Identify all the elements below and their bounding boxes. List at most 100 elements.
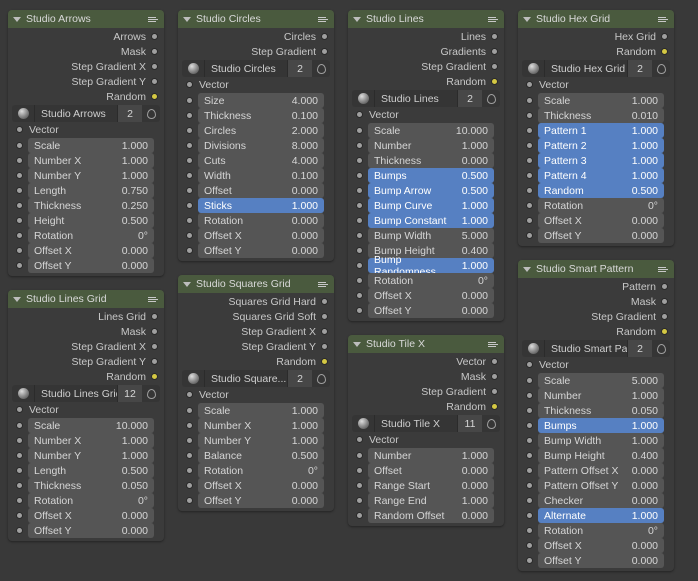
fake-user-toggle[interactable] bbox=[652, 340, 670, 357]
param-field[interactable]: Number X1.000 bbox=[28, 433, 154, 448]
param-field[interactable]: Offset Y0.000 bbox=[28, 523, 154, 538]
node-header[interactable]: Studio Hex Grid bbox=[518, 10, 674, 28]
input-socket-icon[interactable] bbox=[526, 142, 533, 149]
panel-icon[interactable] bbox=[488, 17, 498, 22]
node-studio-smart-pattern[interactable]: Studio Smart PatternPatternMaskStep Grad… bbox=[518, 260, 674, 571]
input-socket-icon[interactable] bbox=[186, 232, 193, 239]
input-socket-icon[interactable] bbox=[186, 422, 193, 429]
input-socket-icon[interactable] bbox=[186, 452, 193, 459]
output-socket-icon[interactable] bbox=[151, 358, 158, 365]
collapse-toggle-icon[interactable] bbox=[183, 17, 191, 22]
param-field[interactable]: Pattern 11.000 bbox=[538, 123, 664, 138]
input-socket-icon[interactable] bbox=[526, 97, 533, 104]
param-field[interactable]: Alternate1.000 bbox=[538, 508, 664, 523]
param-field[interactable]: Thickness0.050 bbox=[28, 478, 154, 493]
input-socket-icon[interactable] bbox=[186, 482, 193, 489]
param-field[interactable]: Pattern Offset Y0.000 bbox=[538, 478, 664, 493]
output-socket-icon[interactable] bbox=[491, 48, 498, 55]
output-socket-icon[interactable] bbox=[661, 33, 668, 40]
output-socket-icon[interactable] bbox=[661, 283, 668, 290]
datablock-icon[interactable] bbox=[182, 370, 204, 387]
panel-icon[interactable] bbox=[488, 342, 498, 347]
input-socket-icon[interactable] bbox=[356, 512, 363, 519]
output-socket-icon[interactable] bbox=[321, 313, 328, 320]
output-socket-icon[interactable] bbox=[321, 343, 328, 350]
param-field[interactable]: Number Y1.000 bbox=[198, 433, 324, 448]
input-socket-icon[interactable] bbox=[526, 542, 533, 549]
user-count[interactable]: 2 bbox=[288, 60, 312, 77]
nodegroup-name-field[interactable]: Studio Lines bbox=[374, 90, 458, 107]
datablock-icon[interactable] bbox=[12, 105, 34, 122]
input-socket-icon[interactable] bbox=[186, 172, 193, 179]
param-field[interactable]: Bump Randomness1.000 bbox=[368, 258, 494, 273]
output-socket-icon[interactable] bbox=[661, 48, 668, 55]
output-socket-icon[interactable] bbox=[321, 48, 328, 55]
param-field[interactable]: Rotation0° bbox=[538, 198, 664, 213]
node-header[interactable]: Studio Circles bbox=[178, 10, 334, 28]
param-field[interactable]: Offset X0.000 bbox=[198, 228, 324, 243]
nodegroup-name-field[interactable]: Studio Lines Grid bbox=[34, 385, 118, 402]
param-field[interactable]: Number1.000 bbox=[368, 448, 494, 463]
param-field[interactable]: Rotation0° bbox=[28, 493, 154, 508]
input-socket-icon[interactable] bbox=[356, 127, 363, 134]
input-socket-icon[interactable] bbox=[186, 247, 193, 254]
input-socket-icon[interactable] bbox=[526, 377, 533, 384]
input-socket-icon[interactable] bbox=[526, 202, 533, 209]
output-socket-icon[interactable] bbox=[491, 388, 498, 395]
param-field[interactable]: Divisions8.000 bbox=[198, 138, 324, 153]
param-field[interactable]: Offset Y0.000 bbox=[538, 228, 664, 243]
param-field[interactable]: Offset Y0.000 bbox=[198, 243, 324, 258]
param-field[interactable]: Scale10.000 bbox=[28, 418, 154, 433]
param-field[interactable]: Bump Constant1.000 bbox=[368, 213, 494, 228]
input-socket-icon[interactable] bbox=[526, 482, 533, 489]
input-socket-icon[interactable] bbox=[356, 202, 363, 209]
input-socket-icon[interactable] bbox=[16, 202, 23, 209]
param-field[interactable]: Length0.500 bbox=[28, 463, 154, 478]
param-field[interactable]: Rotation0° bbox=[538, 523, 664, 538]
input-socket-icon[interactable] bbox=[16, 262, 23, 269]
output-socket-icon[interactable] bbox=[491, 63, 498, 70]
param-field[interactable]: Checker0.000 bbox=[538, 493, 664, 508]
node-group-selector[interactable]: Studio Hex Grid2 bbox=[518, 60, 674, 77]
node-group-selector[interactable]: Studio Tile X11 bbox=[348, 415, 504, 432]
param-field[interactable]: Bump Arrow0.500 bbox=[368, 183, 494, 198]
param-field[interactable]: Random0.500 bbox=[538, 183, 664, 198]
param-field[interactable]: Scale5.000 bbox=[538, 373, 664, 388]
datablock-icon[interactable] bbox=[12, 385, 34, 402]
node-studio-lines[interactable]: Studio LinesLinesGradientsStep GradientR… bbox=[348, 10, 504, 321]
param-field[interactable]: Offset X0.000 bbox=[538, 213, 664, 228]
node-studio-tile-x[interactable]: Studio Tile XVectorMaskStep GradientRand… bbox=[348, 335, 504, 526]
input-socket-icon[interactable] bbox=[526, 557, 533, 564]
panel-icon[interactable] bbox=[318, 282, 328, 287]
input-socket-icon[interactable] bbox=[526, 172, 533, 179]
param-field[interactable]: Random Offset0.000 bbox=[368, 508, 494, 523]
input-socket-icon[interactable] bbox=[16, 482, 23, 489]
datablock-icon[interactable] bbox=[522, 60, 544, 77]
input-socket-icon[interactable] bbox=[186, 81, 193, 88]
input-socket-icon[interactable] bbox=[186, 497, 193, 504]
param-field[interactable]: Scale10.000 bbox=[368, 123, 494, 138]
datablock-icon[interactable] bbox=[352, 415, 374, 432]
nodegroup-name-field[interactable]: Studio Circles bbox=[204, 60, 288, 77]
param-field[interactable]: Bump Curve1.000 bbox=[368, 198, 494, 213]
node-group-selector[interactable]: Studio Lines Grid12 bbox=[8, 385, 164, 402]
input-socket-icon[interactable] bbox=[16, 406, 23, 413]
param-field[interactable]: Cuts4.000 bbox=[198, 153, 324, 168]
input-socket-icon[interactable] bbox=[356, 172, 363, 179]
input-socket-icon[interactable] bbox=[526, 112, 533, 119]
param-field[interactable]: Bumps1.000 bbox=[538, 418, 664, 433]
input-socket-icon[interactable] bbox=[186, 202, 193, 209]
param-field[interactable]: Number X1.000 bbox=[28, 153, 154, 168]
fake-user-toggle[interactable] bbox=[142, 385, 160, 402]
input-socket-icon[interactable] bbox=[526, 452, 533, 459]
input-socket-icon[interactable] bbox=[356, 111, 363, 118]
output-socket-icon[interactable] bbox=[321, 33, 328, 40]
output-socket-icon[interactable] bbox=[321, 358, 328, 365]
input-socket-icon[interactable] bbox=[16, 467, 23, 474]
node-group-selector[interactable]: Studio Square...2 bbox=[178, 370, 334, 387]
output-socket-icon[interactable] bbox=[151, 63, 158, 70]
node-header[interactable]: Studio Lines Grid bbox=[8, 290, 164, 308]
datablock-icon[interactable] bbox=[522, 340, 544, 357]
input-socket-icon[interactable] bbox=[16, 187, 23, 194]
param-field[interactable]: Rotation0° bbox=[28, 228, 154, 243]
